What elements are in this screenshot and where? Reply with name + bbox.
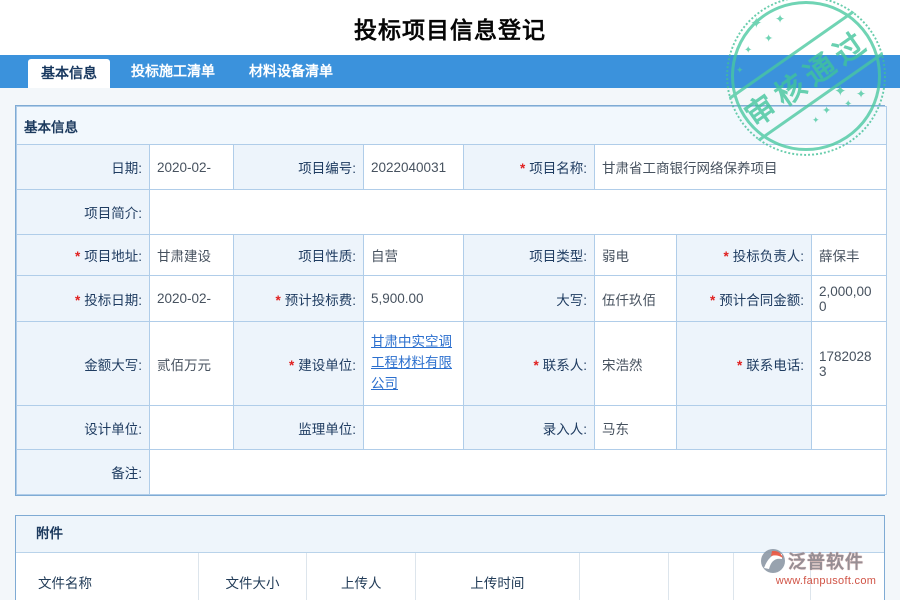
field-date-value: 2020-02- xyxy=(150,145,234,190)
field-contact-label: *联系人: xyxy=(464,322,595,406)
field-phone-value: 17820283 xyxy=(812,322,887,406)
required-marker: * xyxy=(75,249,80,264)
field-phone-label: *联系电话: xyxy=(677,322,812,406)
title-bar: 投标项目信息登记 xyxy=(0,0,900,55)
field-empty-value xyxy=(812,406,887,450)
field-project-intro-label: 项目简介: xyxy=(17,190,150,235)
field-project-intro-value xyxy=(150,190,887,235)
required-marker: * xyxy=(710,293,715,308)
field-contract-amount-label: *预计合同金额: xyxy=(677,276,812,322)
field-project-address-label: *项目地址: xyxy=(17,235,150,276)
tab-material-equipment-list[interactable]: 材料设备清单 xyxy=(232,55,350,88)
field-contact-value: 宋浩然 xyxy=(595,322,677,406)
field-project-address-value: 甘肃建设 xyxy=(150,235,234,276)
fanpu-logo-icon xyxy=(760,548,786,574)
fanpu-watermark: 泛普软件 www.fanpusoft.com xyxy=(760,548,892,587)
col-empty-2 xyxy=(669,553,735,600)
field-bid-fee-label: *预计投标费: xyxy=(234,276,364,322)
field-builder-unit-value: 甘肃中实空调工程材料有限公司 xyxy=(364,322,464,406)
required-marker: * xyxy=(737,358,742,373)
content-panel: 基本信息 日期: 2020-02- 项目编号: 2022040031 *项目名称… xyxy=(0,88,900,600)
field-bid-fee-value: 5,900.00 xyxy=(364,276,464,322)
field-bid-leader-value: 薛保丰 xyxy=(812,235,887,276)
field-builder-unit-label: *建设单位: xyxy=(234,322,364,406)
field-remark-label: 备注: xyxy=(17,450,150,495)
field-bid-date-label: *投标日期: xyxy=(17,276,150,322)
col-file-size: 文件大小 xyxy=(199,553,308,600)
col-uploader: 上传人 xyxy=(307,553,416,600)
field-project-nature-label: 项目性质: xyxy=(234,235,364,276)
field-entry-person-value: 马东 xyxy=(595,406,677,450)
field-amount-caps-label: 金额大写: xyxy=(17,322,150,406)
required-marker: * xyxy=(533,358,538,373)
col-upload-time: 上传时间 xyxy=(416,553,580,600)
field-empty-label xyxy=(677,406,812,450)
brand-url: www.fanpusoft.com xyxy=(760,575,892,587)
field-entry-person-label: 录入人: xyxy=(464,406,595,450)
basic-info-table-frame: 基本信息 日期: 2020-02- 项目编号: 2022040031 *项目名称… xyxy=(15,105,885,496)
section-header-attachments: 附件 xyxy=(16,516,884,553)
field-project-name-value: 甘肃省工商银行网络保养项目 xyxy=(595,145,887,190)
required-marker: * xyxy=(520,161,525,176)
field-contract-amount-value: 2,000,000 xyxy=(812,276,887,322)
field-design-unit-value xyxy=(150,406,234,450)
col-empty-1 xyxy=(580,553,669,600)
field-project-code-value: 2022040031 xyxy=(364,145,464,190)
field-amount-caps-value: 贰佰万元 xyxy=(150,322,234,406)
brand-name: 泛普软件 xyxy=(788,548,864,574)
required-marker: * xyxy=(289,358,294,373)
field-project-type-value: 弱电 xyxy=(595,235,677,276)
section-header-basic-info: 基本信息 xyxy=(17,107,887,145)
page-title: 投标项目信息登记 xyxy=(354,11,546,45)
col-file-name: 文件名称 xyxy=(16,553,199,600)
attachments-section: 附件 文件名称 文件大小 上传人 上传时间 xyxy=(15,515,885,600)
field-supervisor-unit-value xyxy=(364,406,464,450)
tab-basic-info[interactable]: 基本信息 xyxy=(28,59,110,88)
field-project-nature-value: 自营 xyxy=(364,235,464,276)
field-bid-leader-label: *投标负责人: xyxy=(677,235,812,276)
field-remark-value xyxy=(150,450,887,495)
basic-info-table: 基本信息 日期: 2020-02- 项目编号: 2022040031 *项目名称… xyxy=(16,106,887,495)
field-date-label: 日期: xyxy=(17,145,150,190)
field-project-type-label: 项目类型: xyxy=(464,235,595,276)
tab-bid-construction-list[interactable]: 投标施工清单 xyxy=(114,55,232,88)
field-caps-value: 伍仟玖佰 xyxy=(595,276,677,322)
field-caps-label: 大写: xyxy=(464,276,595,322)
required-marker: * xyxy=(75,293,80,308)
tab-bar: 基本信息 投标施工清单 材料设备清单 xyxy=(0,55,900,88)
field-project-code-label: 项目编号: xyxy=(234,145,364,190)
field-supervisor-unit-label: 监理单位: xyxy=(234,406,364,450)
builder-unit-link[interactable]: 甘肃中实空调工程材料有限公司 xyxy=(371,334,452,391)
field-bid-date-value: 2020-02- xyxy=(150,276,234,322)
attachments-table-header: 文件名称 文件大小 上传人 上传时间 xyxy=(16,553,884,600)
required-marker: * xyxy=(723,249,728,264)
field-project-name-label: *项目名称: xyxy=(464,145,595,190)
required-marker: * xyxy=(275,293,280,308)
field-design-unit-label: 设计单位: xyxy=(17,406,150,450)
